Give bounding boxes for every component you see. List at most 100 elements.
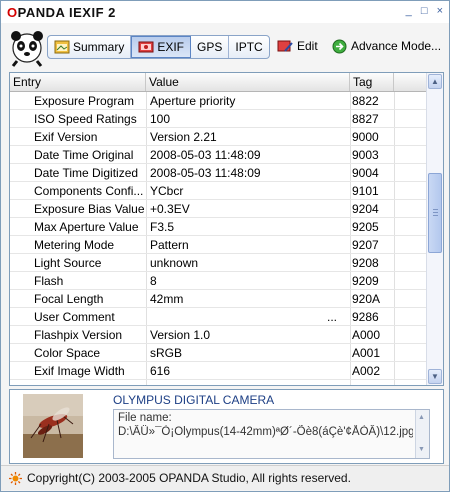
table-row[interactable]: Flash 8 9209 xyxy=(10,272,426,290)
tag-cell: 9207 xyxy=(352,238,379,252)
file-name-box: File name: D:\ÂÜ»¯Ò¡Olympus(14-42mm)ªØ´-… xyxy=(113,409,430,459)
scroll-down-button[interactable]: ▼ xyxy=(428,369,442,384)
table-row[interactable]: Exif Version Version 2.21 9000 xyxy=(10,128,426,146)
window-controls: _ □ × xyxy=(400,5,443,17)
tag-cell: 920A xyxy=(352,292,381,306)
entry-cell: Date Time Original xyxy=(34,148,134,162)
value-cell: YCbcr xyxy=(150,184,184,198)
edit-icon xyxy=(277,40,293,52)
tag-cell: 8822 xyxy=(352,94,379,108)
value-cell: ... xyxy=(326,310,337,324)
tab-gps[interactable]: GPS xyxy=(191,36,230,58)
scrollbar-thumb[interactable] xyxy=(428,173,442,253)
entry-cell: Max Aperture Value xyxy=(34,220,139,234)
table-row[interactable]: Flashpix Version Version 1.0 A000 xyxy=(10,326,426,344)
tag-cell: A000 xyxy=(352,328,381,342)
tag-cell: 9208 xyxy=(352,256,379,270)
value-cell: unknown xyxy=(150,256,199,270)
panda-logo-icon xyxy=(11,31,43,67)
entry-cell: User Comment xyxy=(34,310,115,324)
minimize-button[interactable]: _ xyxy=(406,5,412,17)
entry-cell: Exif Image Width xyxy=(34,364,125,378)
table-row[interactable]: ISO Speed Ratings 100 8827 xyxy=(10,110,426,128)
tab-summary[interactable]: Summary xyxy=(48,36,132,58)
summary-icon xyxy=(54,40,70,54)
status-bar: Copyright(C) 2003-2005 OPANDA Studio, Al… xyxy=(1,465,449,490)
arrow-right-circle-icon xyxy=(332,39,347,53)
entry-cell: Color Space xyxy=(34,346,101,360)
table-row[interactable]: Color Space sRGB A001 xyxy=(10,344,426,362)
file-name-label: File name: xyxy=(118,412,172,424)
entry-cell: Flashpix Version xyxy=(34,328,123,342)
tag-cell: 8827 xyxy=(352,112,379,126)
title-bar[interactable]: OPANDA IEXIF 2 _ □ × xyxy=(1,1,449,23)
close-button[interactable]: × xyxy=(437,5,443,17)
table-row[interactable]: Exposure Bias Value +0.3EV 9204 xyxy=(10,200,426,218)
entry-cell: Exposure Program xyxy=(34,94,135,108)
entry-cell: Exposure Bias Value xyxy=(34,202,145,216)
table-row[interactable]: Exif Image Width 616 A002 xyxy=(10,362,426,380)
entry-cell: Date Time Digitized xyxy=(34,166,139,180)
value-cell: 8 xyxy=(150,274,157,288)
copyright-text: Copyright(C) 2003-2005 OPANDA Studio, Al… xyxy=(27,471,351,485)
value-cell: 616 xyxy=(150,364,171,378)
table-row[interactable]: Light Source unknown 9208 xyxy=(10,254,426,272)
table-row[interactable]: Max Aperture Value F3.5 9205 xyxy=(10,218,426,236)
tab-group: Summary EXIF GPS IPTC xyxy=(47,35,270,59)
value-cell: 42mm xyxy=(150,292,184,306)
tab-iptc[interactable]: IPTC xyxy=(229,36,268,58)
value-cell: F3.5 xyxy=(150,220,175,234)
table-row[interactable]: Exposure Program Aperture priority 8822 xyxy=(10,92,426,110)
value-cell: Pattern xyxy=(150,238,189,252)
tab-exif[interactable]: EXIF xyxy=(131,36,192,58)
value-cell: +0.3EV xyxy=(150,202,190,216)
image-info-panel: OLYMPUS DIGITAL CAMERA File name: D:\ÂÜ»… xyxy=(9,389,444,464)
value-cell: 2008-05-03 11:48:09 xyxy=(150,166,261,180)
tag-cell: 9205 xyxy=(352,220,379,234)
tag-cell: 9286 xyxy=(352,310,379,324)
edit-button[interactable]: Edit xyxy=(277,35,318,57)
table-row[interactable]: Metering Mode Pattern 9207 xyxy=(10,236,426,254)
value-cell: sRGB xyxy=(150,346,183,360)
maximize-button[interactable]: □ xyxy=(421,5,428,17)
image-thumbnail[interactable] xyxy=(23,394,83,458)
entry-cell: Focal Length xyxy=(34,292,104,306)
value-cell: 100 xyxy=(150,112,171,126)
table-row[interactable]: Components Confi... YCbcr 9101 xyxy=(10,182,426,200)
value-cell: Aperture priority xyxy=(150,94,236,108)
tag-cell: A002 xyxy=(352,364,381,378)
column-header-tag[interactable]: Tag xyxy=(350,73,394,91)
table-row[interactable]: Date Time Original 2008-05-03 11:48:09 900… xyxy=(10,146,426,164)
tag-cell: 9101 xyxy=(352,184,379,198)
file-path: D:\ÂÜ»¯Ò¡Olympus(14-42mm)ªØ´-Õè8(áÇè'¢ÅÒ… xyxy=(118,426,413,438)
exif-icon xyxy=(138,41,154,53)
tag-cell: 9209 xyxy=(352,274,379,288)
tag-cell: 9204 xyxy=(352,202,379,216)
advanced-mode-button[interactable]: Advance Mode... xyxy=(332,35,441,57)
table-body: Exposure Program Aperture priority 8822 ISO… xyxy=(10,92,426,380)
column-header-value[interactable]: Value xyxy=(146,73,350,91)
tag-cell: 9004 xyxy=(352,166,379,180)
entry-cell: Light Source xyxy=(34,256,102,270)
exif-table: Entry Value Tag Exposure Program Aperture… xyxy=(9,72,444,386)
value-cell: 2008-05-03 11:48:09 xyxy=(150,148,261,162)
column-header-entry[interactable]: Entry xyxy=(10,73,146,91)
tag-cell: A001 xyxy=(352,346,381,360)
table-header: Entry Value Tag xyxy=(10,73,426,92)
app-window: OPANDA IEXIF 2 _ □ × Summary EXIF GPS IP… xyxy=(0,0,450,492)
scroll-up-button[interactable]: ▲ xyxy=(428,74,442,89)
tag-cell: 9000 xyxy=(352,130,379,144)
table-row[interactable]: Focal Length 42mm 920A xyxy=(10,290,426,308)
entry-cell: Metering Mode xyxy=(34,238,115,252)
table-row[interactable]: Date Time Digitized 2008-05-03 11:48:09 90… xyxy=(10,164,426,182)
file-box-scrollbar[interactable]: ▲ ▼ xyxy=(415,410,429,458)
value-cell: Version 1.0 xyxy=(150,328,211,342)
value-cell: Version 2.21 xyxy=(150,130,217,144)
entry-cell: Flash xyxy=(34,274,64,288)
camera-model: OLYMPUS DIGITAL CAMERA xyxy=(113,393,275,407)
entry-cell: Exif Version xyxy=(34,130,98,144)
vertical-scrollbar[interactable]: ▲ ▼ xyxy=(426,73,443,385)
sun-icon xyxy=(9,472,22,485)
entry-cell: Components Confi... xyxy=(34,184,144,198)
table-row[interactable]: User Comment... 9286 xyxy=(10,308,426,326)
